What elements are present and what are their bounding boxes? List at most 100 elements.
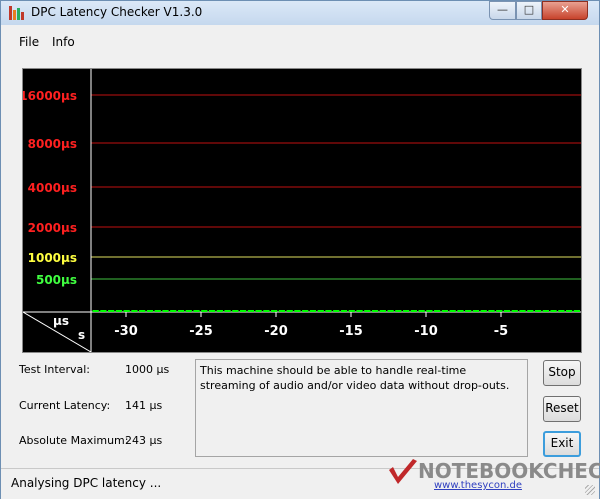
x-tick-label: -30: [114, 324, 138, 339]
latency-bar: [162, 310, 169, 312]
latency-bar: [340, 310, 348, 312]
reset-button[interactable]: Reset: [543, 396, 581, 422]
latency-bar: [488, 310, 495, 312]
close-button[interactable]: ✕: [542, 1, 588, 20]
latency-bar: [465, 310, 472, 312]
latency-bar: [426, 310, 433, 312]
test-interval-value: 1000 µs: [125, 363, 170, 376]
latency-bar: [402, 310, 410, 312]
latency-bar: [139, 310, 146, 312]
current-latency-value: 141 µs: [125, 399, 163, 412]
y-tick-label: 500µs: [36, 273, 77, 287]
latency-bar: [364, 310, 371, 312]
y-unit-label: µs: [53, 314, 69, 328]
result-message: This machine should be able to handle re…: [195, 359, 528, 457]
latency-bar: [558, 310, 565, 312]
y-tick-label: 8000µs: [28, 137, 77, 151]
menu-info[interactable]: Info: [52, 35, 75, 49]
minimize-button[interactable]: —: [489, 1, 516, 20]
latency-bar: [395, 310, 402, 312]
latency-bar: [503, 310, 511, 312]
absolute-max-label: Absolute Maximum:: [19, 434, 129, 447]
latency-bar: [201, 310, 208, 312]
latency-bar: [216, 310, 223, 312]
latency-bar: [185, 310, 192, 312]
latency-bar: [410, 310, 417, 312]
maximize-button[interactable]: □: [516, 1, 542, 20]
app-window: DPC Latency Checker V1.3.0 — □ ✕ File In…: [0, 0, 600, 499]
x-tick-label: -20: [264, 324, 288, 339]
latency-bar: [457, 310, 464, 312]
latency-bar: [208, 310, 216, 312]
stop-button[interactable]: Stop: [543, 360, 581, 386]
window-title: DPC Latency Checker V1.3.0: [31, 5, 203, 19]
latency-bar: [542, 310, 549, 312]
latency-bar: [356, 310, 363, 312]
title-bar[interactable]: DPC Latency Checker V1.3.0 — □ ✕: [1, 1, 599, 25]
test-interval-label: Test Interval:: [19, 363, 90, 376]
x-tick-label: -25: [189, 324, 213, 339]
latency-bar: [154, 310, 161, 312]
y-tick-label: 4000µs: [28, 181, 77, 195]
latency-bar: [255, 310, 262, 312]
y-tick-label: 2000µs: [28, 221, 77, 235]
latency-bar: [519, 310, 526, 312]
latency-bar: [100, 310, 107, 312]
watermark: NOTEBOOKCHECK www.thesycon.de: [386, 456, 600, 496]
latency-bar: [224, 310, 231, 312]
menu-bar: File Info: [1, 32, 599, 52]
latency-bar: [480, 310, 487, 312]
latency-bar: [263, 310, 270, 312]
latency-chart: 16000µs 8000µs 4000µs 2000µs 1000µs 500µs µs s -…: [22, 68, 582, 353]
latency-bar: [325, 310, 332, 312]
latency-bar: [441, 310, 449, 312]
app-icon: [9, 6, 25, 20]
latency-bar: [317, 310, 324, 312]
latency-bar: [371, 310, 379, 312]
latency-bar: [434, 310, 441, 312]
absolute-max-value: 243 µs: [125, 434, 163, 447]
latency-bar: [550, 310, 557, 312]
latency-bar: [247, 310, 254, 312]
y-tick-label: 16000µs: [23, 89, 77, 103]
menu-file[interactable]: File: [19, 35, 39, 49]
latency-bar: [286, 310, 293, 312]
latency-bar: [170, 310, 177, 312]
status-text: Analysing DPC latency ...: [11, 476, 162, 490]
latency-bar: [92, 310, 99, 312]
exit-button[interactable]: Exit: [543, 431, 581, 457]
checkmark-logo-icon: [389, 459, 417, 484]
latency-bar: [232, 310, 239, 312]
latency-bar: [496, 310, 503, 312]
latency-bar: [294, 310, 301, 312]
y-tick-label: 1000µs: [28, 251, 77, 265]
latency-bar: [527, 310, 534, 312]
latency-bar: [271, 310, 278, 312]
latency-bar: [108, 310, 115, 312]
watermark-link[interactable]: www.thesycon.de: [434, 480, 522, 491]
latency-bar: [387, 310, 394, 312]
latency-bar: [573, 310, 580, 312]
latency-bar: [534, 310, 542, 312]
latency-bar: [472, 310, 480, 312]
latency-bar: [333, 310, 340, 312]
latency-bar: [449, 310, 456, 312]
latency-chart-svg: 16000µs 8000µs 4000µs 2000µs 1000µs 500µs µss -…: [23, 69, 581, 352]
latency-bar: [177, 310, 185, 312]
latency-bar: [131, 310, 138, 312]
latency-bar: [348, 310, 355, 312]
latency-bar: [115, 310, 123, 312]
latency-bar: [146, 310, 154, 312]
latency-bar: [309, 310, 317, 312]
latency-bar: [511, 310, 518, 312]
latency-bar: [565, 310, 573, 312]
latency-bar: [123, 310, 130, 312]
x-tick-label: -10: [414, 324, 438, 339]
x-unit-label: s: [78, 328, 85, 342]
latency-bar: [418, 310, 425, 312]
latency-bar: [239, 310, 247, 312]
x-tick-label: -5: [494, 324, 508, 339]
current-latency-label: Current Latency:: [19, 399, 111, 412]
latency-bar: [193, 310, 200, 312]
latency-bar: [379, 310, 386, 312]
